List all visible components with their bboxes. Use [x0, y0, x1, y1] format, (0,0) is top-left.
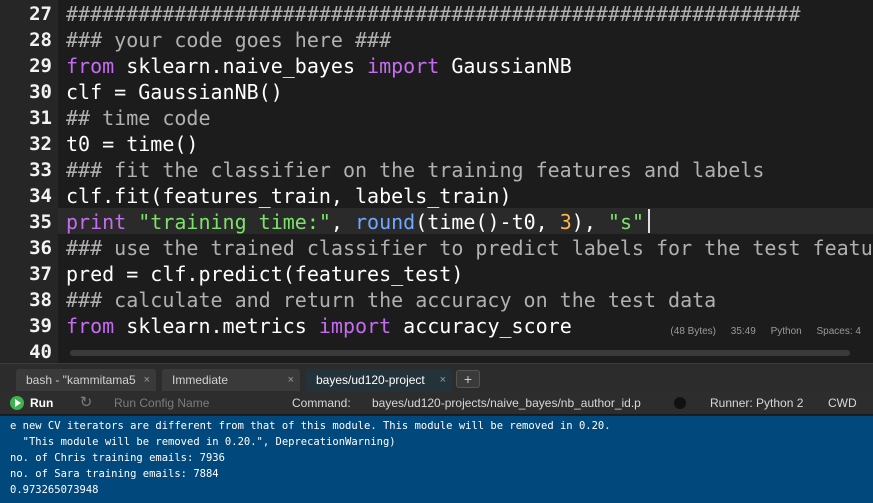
close-icon[interactable]: × — [288, 369, 294, 391]
console-line: no. of Chris training emails: 7936 — [10, 452, 225, 464]
code-token-keyword: from — [66, 314, 115, 338]
indent-setting[interactable]: Spaces: 4 — [817, 326, 861, 337]
play-icon[interactable] — [10, 396, 24, 410]
line-number: 34 — [29, 185, 52, 207]
line-number: 32 — [29, 133, 52, 155]
line-number: 33 — [29, 159, 52, 181]
code-token-keyword: import — [367, 54, 440, 78]
line-number: 38 — [29, 289, 52, 311]
command-label: Command: — [292, 396, 351, 410]
close-icon[interactable]: × — [144, 369, 150, 391]
code-line[interactable]: ### calculate and return the accuracy on… — [66, 287, 716, 313]
tab-label: bayes/ud120-project — [316, 373, 425, 387]
line-number-gutter: 27 28 29 30 31 32 33 34 35 36 37 38 39 40 — [0, 0, 58, 363]
line-number: 27 — [29, 3, 52, 25]
code-token-plain: t0 = time() — [66, 132, 199, 156]
tab-label: bash - "kammitama5 — [26, 373, 136, 387]
code-token-plain: accuracy_score — [391, 314, 572, 338]
language-mode[interactable]: Python — [771, 326, 802, 337]
line-number: 36 — [29, 237, 52, 259]
close-icon[interactable]: × — [440, 369, 446, 391]
code-token-plain: pred = clf.predict(features_test) — [66, 262, 464, 286]
code-line[interactable]: from sklearn.metrics import accuracy_sco… — [66, 313, 572, 339]
code-area[interactable]: ########################################… — [58, 0, 873, 363]
code-token-keyword: print — [66, 210, 127, 234]
line-number: 30 — [29, 81, 52, 103]
code-token-keyword: import — [318, 314, 392, 338]
command-input[interactable]: bayes/ud120-projects/naive_bayes/nb_auth… — [372, 391, 642, 415]
console-tab-bar: bash - "kammitama5 × Immediate × bayes/u… — [0, 363, 873, 392]
code-line[interactable]: print "training time:", round(time()-t0,… — [66, 209, 644, 235]
editor-status-overlay: (48 Bytes) 35:49 Python Spaces: 4 — [666, 323, 873, 341]
line-number: 40 — [29, 341, 52, 363]
tab-bash[interactable]: bash - "kammitama5 × — [16, 369, 156, 392]
horizontal-scrollbar[interactable] — [70, 350, 850, 356]
code-token-comment: ### calculate and return the accuracy on… — [66, 288, 717, 312]
command-status-icon — [674, 397, 686, 409]
code-token-plain: clf = GaussianNB() — [66, 80, 283, 104]
tab-bayes-project[interactable]: bayes/ud120-project × — [306, 369, 452, 392]
console-line: no. of Sara training emails: 7884 — [10, 468, 219, 480]
code-editor[interactable]: 27 28 29 30 31 32 33 34 35 36 37 38 39 40 ###########… — [0, 0, 873, 363]
console-line: e new CV iterators are different from th… — [10, 420, 611, 432]
line-number: 37 — [29, 263, 52, 285]
console-line: "This module will be removed in 0.20.", … — [10, 436, 396, 448]
code-token-keyword: from — [66, 54, 115, 78]
add-tab-button[interactable]: + — [456, 370, 480, 388]
run-button[interactable]: Run — [30, 391, 53, 415]
code-token-plain: GaussianNB — [439, 54, 572, 78]
code-line[interactable]: ########################################… — [66, 1, 801, 27]
code-line[interactable]: ### your code goes here ### — [66, 27, 391, 53]
code-token-plain: clf.fit(features_train, labels_train) — [66, 184, 512, 208]
line-number: 29 — [29, 55, 52, 77]
code-token-comment: ## time code — [66, 106, 211, 130]
code-token-number: 3 — [559, 210, 572, 234]
code-token-comment: ### use the trained classifier to predic… — [66, 236, 873, 260]
code-line[interactable]: clf = GaussianNB() — [66, 79, 283, 105]
text-cursor — [648, 209, 650, 233]
runner-selector[interactable]: Runner: Python 2 — [710, 391, 803, 415]
code-token-plain: ), — [571, 210, 608, 234]
tab-label: Immediate — [172, 373, 229, 387]
run-config-name-input[interactable]: Run Config Name — [114, 391, 209, 415]
run-toolbar: Run ↻ Run Config Name Command: bayes/ud1… — [0, 391, 873, 415]
code-line[interactable]: clf.fit(features_train, labels_train) — [66, 183, 512, 209]
code-token-plain: sklearn.metrics — [114, 314, 319, 338]
code-token-comment: ### your code goes here ### — [66, 28, 392, 52]
line-number: 35 — [29, 211, 52, 233]
code-token-plain: sklearn.naive_bayes — [114, 54, 368, 78]
line-number: 28 — [29, 29, 52, 51]
cursor-position[interactable]: 35:49 — [731, 326, 756, 337]
refresh-icon[interactable]: ↻ — [78, 395, 94, 411]
code-token-string: "training time:" — [138, 210, 331, 234]
code-line[interactable]: ## time code — [66, 105, 211, 131]
code-token-string: "s" — [607, 210, 645, 234]
code-line[interactable]: t0 = time() — [66, 131, 198, 157]
file-size: (48 Bytes) — [670, 326, 716, 337]
code-token-comment: ########################################… — [66, 2, 801, 26]
code-token-plain: (time()-t0, — [415, 210, 560, 234]
code-line[interactable]: ### fit the classifier on the training f… — [66, 157, 764, 183]
code-token-builtin: round — [355, 210, 416, 234]
console-output[interactable]: e new CV iterators are different from th… — [0, 416, 873, 503]
code-line[interactable]: pred = clf.predict(features_test) — [66, 261, 463, 287]
code-line[interactable]: ### use the trained classifier to predic… — [66, 235, 873, 261]
code-token-plain: , — [330, 210, 356, 234]
code-token-comment: ### fit the classifier on the training f… — [66, 158, 765, 182]
code-line[interactable]: from sklearn.naive_bayes import Gaussian… — [66, 53, 572, 79]
tab-immediate[interactable]: Immediate × — [162, 369, 300, 392]
line-number: 39 — [29, 315, 52, 337]
cwd-button[interactable]: CWD — [828, 391, 857, 415]
line-number: 31 — [29, 107, 52, 129]
console-line: 0.973265073948 — [10, 484, 99, 496]
